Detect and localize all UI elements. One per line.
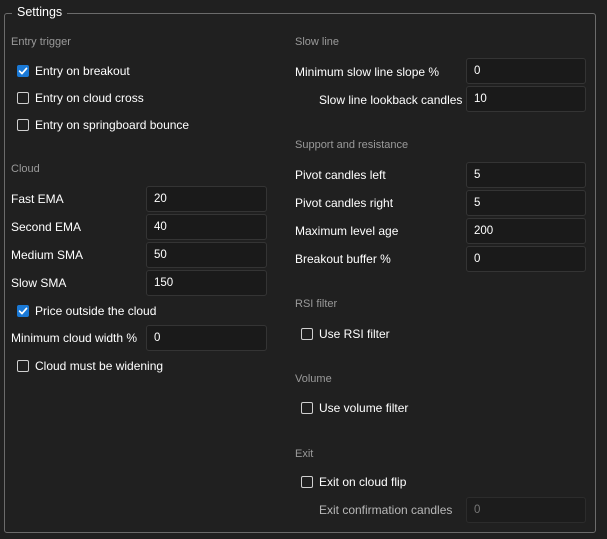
section-exit: Exit xyxy=(295,448,314,460)
slow-sma-input[interactable]: 150 xyxy=(146,270,267,296)
checkbox-label: Entry on cloud cross xyxy=(35,91,144,105)
second-ema-input[interactable]: 40 xyxy=(146,214,267,240)
section-rsi-filter: RSI filter xyxy=(295,298,338,310)
max-level-age-label: Maximum level age xyxy=(295,224,399,238)
fast-ema-input[interactable]: 20 xyxy=(146,186,267,212)
checkmark-icon xyxy=(17,65,29,77)
checkbox-label: Cloud must be widening xyxy=(35,359,164,373)
checkbox-icon xyxy=(17,92,29,104)
checkmark-icon xyxy=(17,305,29,317)
checkbox-entry-on-springboard-bounce[interactable]: Entry on springboard bounce xyxy=(17,117,189,133)
breakout-buffer-input[interactable]: 0 xyxy=(466,246,586,272)
checkbox-label: Entry on springboard bounce xyxy=(35,118,190,132)
checkbox-label: Entry on breakout xyxy=(35,64,130,78)
lookback-label: Slow line lookback candles xyxy=(319,93,463,107)
min-slope-label: Minimum slow line slope % xyxy=(295,65,440,79)
section-cloud: Cloud xyxy=(11,163,40,175)
second-ema-label: Second EMA xyxy=(11,220,82,234)
checkbox-label: Exit on cloud flip xyxy=(319,475,407,489)
checkbox-use-rsi-filter[interactable]: Use RSI filter xyxy=(301,326,390,342)
exit-confirmation-input: 0 xyxy=(466,497,586,523)
lookback-input[interactable]: 10 xyxy=(466,86,586,112)
checkbox-entry-on-cloud-cross[interactable]: Entry on cloud cross xyxy=(17,90,144,106)
checkbox-icon xyxy=(17,360,29,372)
checkbox-price-outside-cloud[interactable]: Price outside the cloud xyxy=(17,303,156,319)
min-cloud-width-input[interactable]: 0 xyxy=(146,325,267,351)
settings-title: Settings xyxy=(12,4,68,20)
section-support-resistance: Support and resistance xyxy=(295,139,409,151)
checkbox-icon xyxy=(17,119,29,131)
checkbox-cloud-widening[interactable]: Cloud must be widening xyxy=(17,358,163,374)
checkbox-label: Use RSI filter xyxy=(319,327,390,341)
exit-confirmation-label: Exit confirmation candles xyxy=(319,503,453,517)
slow-sma-label: Slow SMA xyxy=(11,276,67,290)
checkbox-icon xyxy=(301,402,313,414)
section-slow-line: Slow line xyxy=(295,36,340,48)
fast-ema-label: Fast EMA xyxy=(11,192,64,206)
section-entry-trigger: Entry trigger xyxy=(11,36,71,48)
checkbox-icon xyxy=(301,476,313,488)
medium-sma-label: Medium SMA xyxy=(11,248,84,262)
pivot-right-input[interactable]: 5 xyxy=(466,190,586,216)
pivot-right-label: Pivot candles right xyxy=(295,196,394,210)
checkbox-entry-on-breakout[interactable]: Entry on breakout xyxy=(17,63,130,79)
checkbox-label: Use volume filter xyxy=(319,401,409,415)
checkbox-label: Price outside the cloud xyxy=(35,304,157,318)
min-slope-input[interactable]: 0 xyxy=(466,58,586,84)
breakout-buffer-label: Breakout buffer % xyxy=(295,252,391,266)
min-cloud-width-label: Minimum cloud width % xyxy=(11,331,138,345)
checkbox-use-volume-filter[interactable]: Use volume filter xyxy=(301,400,408,416)
checkbox-icon xyxy=(301,328,313,340)
pivot-left-input[interactable]: 5 xyxy=(466,162,586,188)
section-volume: Volume xyxy=(295,373,332,385)
medium-sma-input[interactable]: 50 xyxy=(146,242,267,268)
checkbox-exit-on-cloud-flip[interactable]: Exit on cloud flip xyxy=(301,474,406,490)
max-level-age-input[interactable]: 200 xyxy=(466,218,586,244)
pivot-left-label: Pivot candles left xyxy=(295,168,386,182)
